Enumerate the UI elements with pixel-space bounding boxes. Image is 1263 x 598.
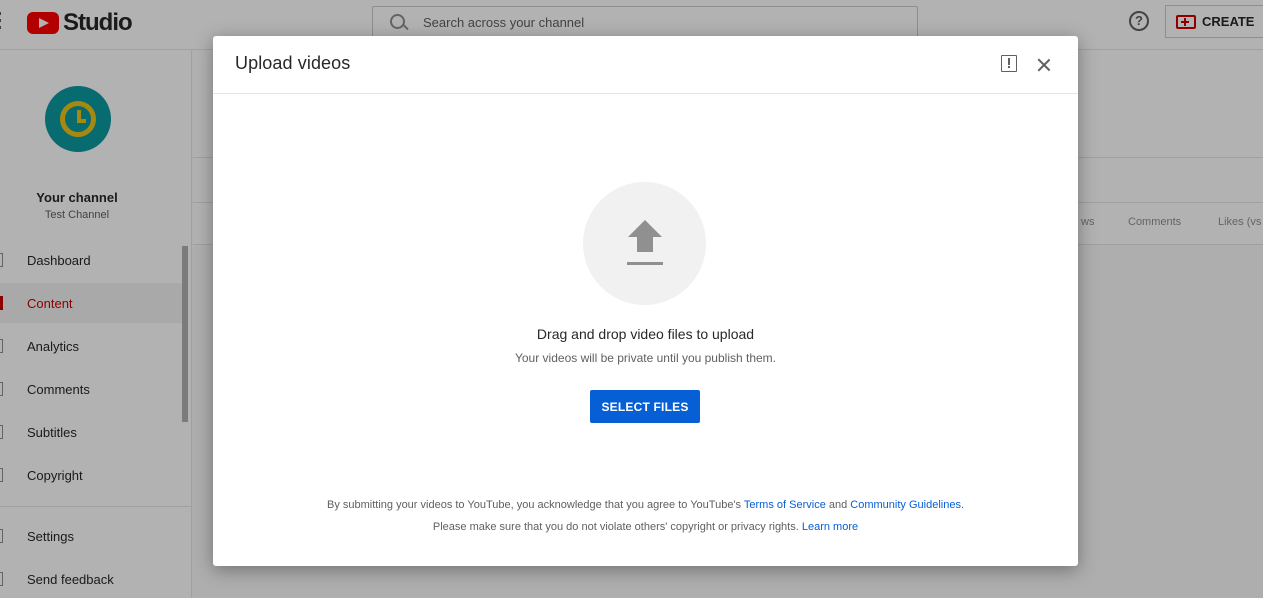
learn-more-link[interactable]: Learn more: [802, 521, 858, 533]
legal-text: Please make sure that you do not violate…: [432, 521, 802, 533]
community-guidelines-link[interactable]: Community Guidelines: [850, 499, 961, 511]
private-notice: Your videos will be private until you pu…: [514, 351, 777, 365]
terms-of-service-link[interactable]: Terms of Service: [744, 499, 826, 511]
select-files-button[interactable]: SELECT FILES: [590, 390, 700, 423]
legal-notice-line2: Please make sure that you do not violate…: [213, 521, 1078, 533]
upload-arrow-icon: [627, 220, 663, 268]
dialog-title: Upload videos: [235, 53, 351, 73]
close-icon[interactable]: [1033, 54, 1055, 76]
drag-drop-text: Drag and drop video files to upload: [536, 326, 755, 342]
report-feedback-icon[interactable]: [1001, 55, 1017, 72]
upload-drop-zone[interactable]: [583, 182, 706, 305]
dialog-header: Upload videos: [213, 36, 1078, 94]
legal-text: and: [825, 499, 851, 511]
upload-dialog: Upload videos Drag and drop video files …: [213, 36, 1078, 566]
legal-notice-line1: By submitting your videos to YouTube, yo…: [213, 499, 1078, 511]
legal-text: By submitting your videos to YouTube, yo…: [326, 499, 744, 511]
legal-text: .: [960, 499, 965, 511]
